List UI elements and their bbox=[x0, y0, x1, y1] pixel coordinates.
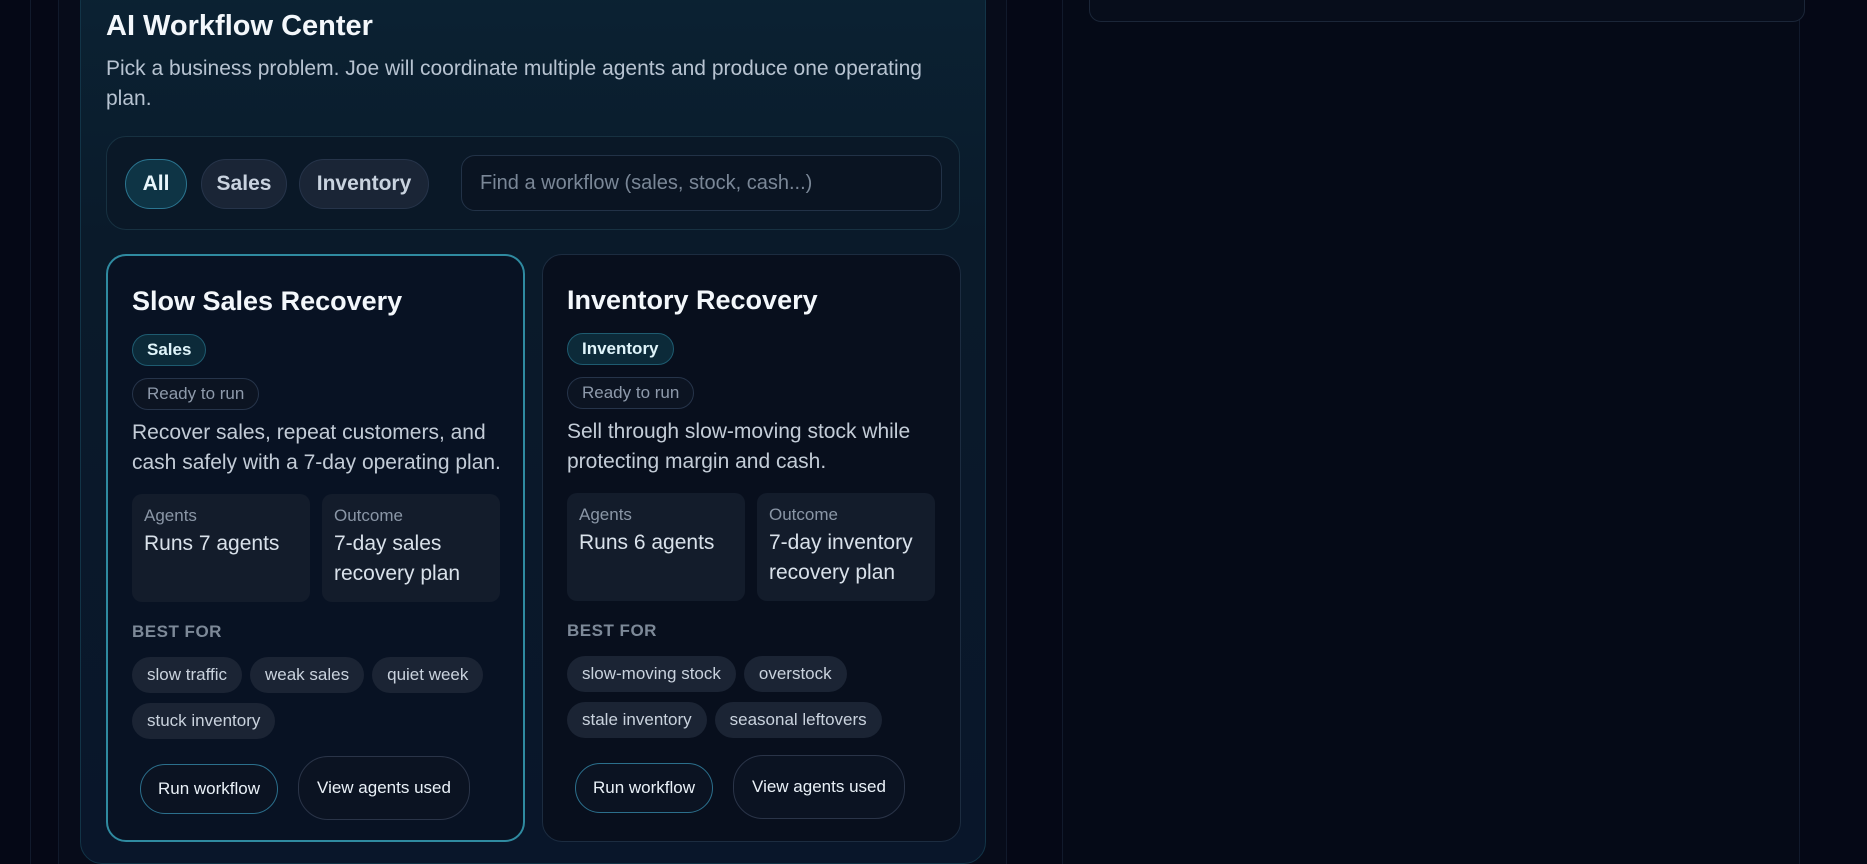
agents-label: Agents bbox=[144, 506, 197, 525]
tag: overstock bbox=[743, 656, 847, 692]
best-for-tags: slow-moving stock overstock stale invent… bbox=[567, 656, 947, 738]
card-title: Inventory Recovery bbox=[567, 285, 818, 315]
status-badge: Ready to run bbox=[132, 378, 260, 410]
outcome-stat: Outcome 7-day sales recovery plan bbox=[322, 494, 500, 602]
outcome-value: 7-day inventory recovery plan bbox=[769, 531, 913, 584]
agents-stat: Agents Runs 7 agents bbox=[132, 494, 310, 602]
category-badge: Sales bbox=[132, 334, 207, 366]
best-for-tags: slow traffic weak sales quiet week stuck… bbox=[132, 657, 512, 739]
page-divider bbox=[30, 0, 31, 864]
filter-chip-inventory[interactable]: Inventory bbox=[299, 159, 429, 209]
card-description: Recover sales, repeat customers, and cas… bbox=[132, 421, 501, 474]
card-title: Slow Sales Recovery bbox=[132, 286, 403, 316]
filter-bar: All Sales Inventory Find a workflow (sal… bbox=[106, 136, 960, 230]
card-description: Sell through slow-moving stock while pro… bbox=[567, 420, 911, 473]
run-workflow-button[interactable]: Run workflow bbox=[575, 763, 713, 813]
outcome-label: Outcome bbox=[334, 506, 403, 525]
right-panel-card bbox=[1089, 0, 1805, 22]
view-agents-button[interactable]: View agents used bbox=[298, 756, 470, 820]
category-badge: Inventory bbox=[567, 333, 674, 365]
tag: stuck inventory bbox=[132, 703, 276, 739]
best-for-label: BEST FOR bbox=[567, 621, 657, 640]
agents-value: Runs 7 agents bbox=[144, 532, 280, 555]
outcome-label: Outcome bbox=[769, 505, 838, 524]
agents-stat: Agents Runs 6 agents bbox=[567, 493, 745, 601]
tag: slow traffic bbox=[132, 657, 242, 693]
filter-chip-all[interactable]: All bbox=[125, 159, 187, 209]
agents-label: Agents bbox=[579, 505, 632, 524]
search-input[interactable]: Find a workflow (sales, stock, cash...) bbox=[461, 155, 942, 211]
page-subtitle: Pick a business problem. Joe will coordi… bbox=[106, 57, 922, 110]
page: AI Workflow Center Pick a business probl… bbox=[0, 0, 1867, 864]
outcome-value: 7-day sales recovery plan bbox=[334, 532, 461, 585]
tag: weak sales bbox=[250, 657, 365, 693]
tag: seasonal leftovers bbox=[714, 702, 882, 738]
filter-chip-sales[interactable]: Sales bbox=[201, 159, 287, 209]
tag: stale inventory bbox=[567, 702, 707, 738]
right-column bbox=[1062, 0, 1805, 864]
status-badge: Ready to run bbox=[567, 377, 695, 409]
run-workflow-button[interactable]: Run workflow bbox=[140, 764, 278, 814]
agents-value: Runs 6 agents bbox=[579, 531, 715, 554]
page-title: AI Workflow Center bbox=[106, 10, 373, 42]
workflow-card-slow-sales[interactable]: Slow Sales Recovery Sales Ready to run R… bbox=[106, 254, 525, 842]
best-for-label: BEST FOR bbox=[132, 622, 222, 641]
workflow-card-inventory[interactable]: Inventory Recovery Inventory Ready to ru… bbox=[542, 254, 961, 842]
tag: quiet week bbox=[372, 657, 484, 693]
outcome-stat: Outcome 7-day inventory recovery plan bbox=[757, 493, 935, 601]
view-agents-button[interactable]: View agents used bbox=[733, 755, 905, 819]
search-placeholder: Find a workflow (sales, stock, cash...) bbox=[480, 171, 813, 194]
tag: slow-moving stock bbox=[567, 656, 736, 692]
